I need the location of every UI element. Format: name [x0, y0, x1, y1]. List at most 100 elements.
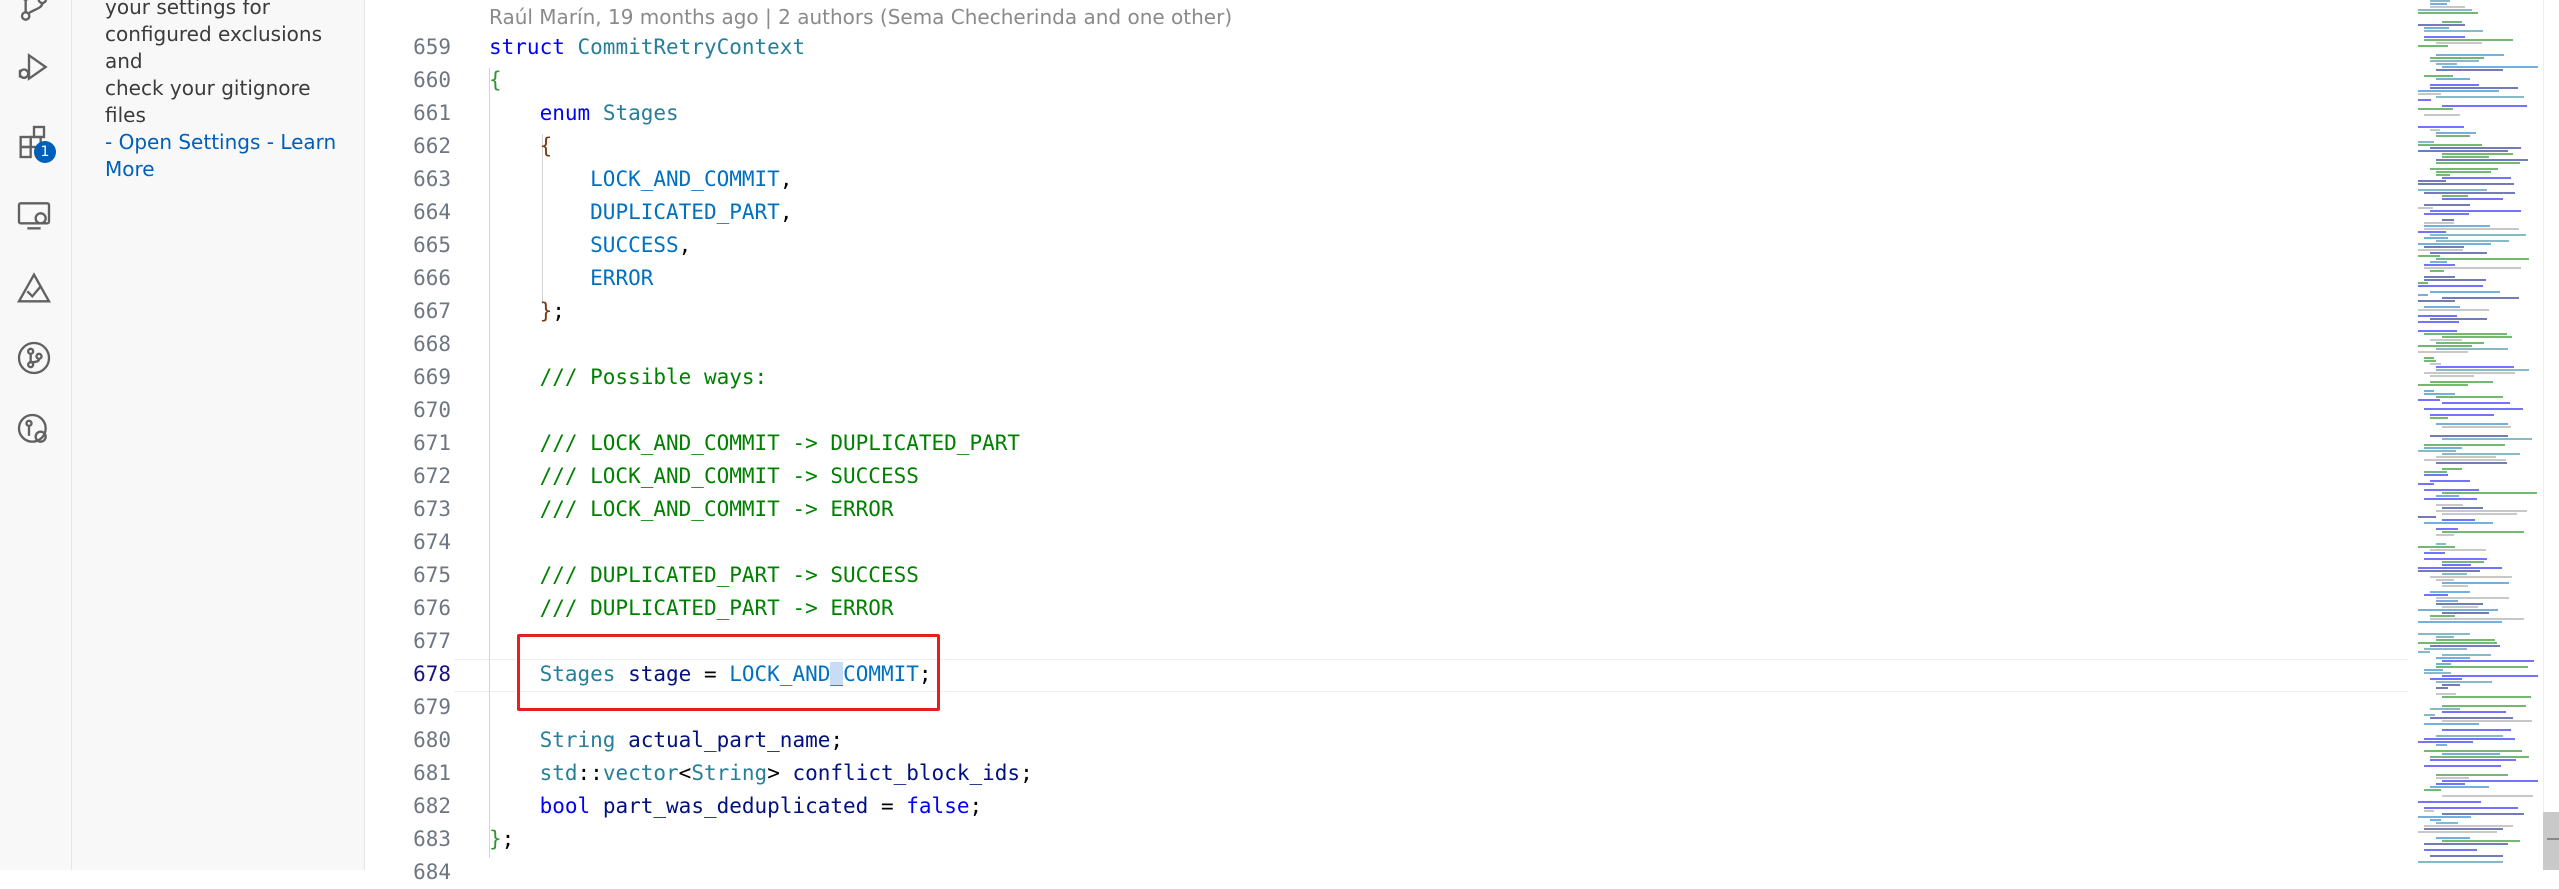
minimap-line	[2430, 615, 2455, 617]
git-graph-icon[interactable]	[14, 338, 54, 378]
minimap-line	[2424, 75, 2453, 77]
minimap-line	[2442, 684, 2460, 686]
minimap-line	[2436, 462, 2507, 464]
minimap-line	[2424, 390, 2434, 392]
minimap-line	[2436, 69, 2503, 71]
testing-icon[interactable]	[14, 268, 54, 308]
scrollbar-thumb[interactable]	[2543, 812, 2559, 870]
minimap-line	[2418, 642, 2497, 644]
minimap-line	[2418, 180, 2446, 182]
code-token: Stages	[602, 101, 679, 125]
minimap-line	[2442, 297, 2519, 299]
minimap-line	[2424, 669, 2443, 671]
code-line[interactable]: 669 /// Possible ways:	[365, 361, 2415, 394]
minimap-line	[2424, 228, 2519, 230]
code-token: /// LOCK_AND_COMMIT -> ERROR	[539, 497, 894, 521]
code-line[interactable]: 668	[365, 328, 2415, 361]
line-number: 684	[413, 860, 451, 884]
line-number: 676	[413, 596, 451, 620]
code-token: ;	[969, 794, 983, 818]
minimap-line	[2424, 264, 2455, 266]
code-line[interactable]: 661 enum Stages	[365, 97, 2415, 130]
code-line[interactable]: 672 /// LOCK_AND_COMMIT -> SUCCESS	[365, 460, 2415, 493]
minimap[interactable]	[2408, 0, 2543, 870]
run-debug-icon[interactable]	[14, 47, 54, 87]
code-line[interactable]: 682 bool part_was_deduplicated = false;	[365, 790, 2415, 823]
code-line[interactable]: 665 SUCCESS,	[365, 229, 2415, 262]
minimap-line	[2418, 282, 2428, 284]
minimap-line	[2424, 447, 2462, 449]
sidebar-message-line: check your gitignore files	[105, 76, 311, 127]
code-line[interactable]: 662 {	[365, 130, 2415, 163]
learn-more-link-continued[interactable]: More	[105, 157, 155, 181]
gitlens-icon[interactable]	[14, 410, 54, 450]
vertical-scrollbar[interactable]	[2543, 0, 2559, 870]
code-line[interactable]: 664 DUPLICATED_PART,	[365, 196, 2415, 229]
open-settings-link[interactable]: Open Settings	[119, 130, 261, 154]
minimap-line	[2424, 393, 2455, 395]
link-prefix: -	[105, 130, 119, 154]
code-line[interactable]: 666 ERROR	[365, 262, 2415, 295]
code-line[interactable]: 674	[365, 526, 2415, 559]
minimap-line	[2442, 573, 2467, 575]
code-line[interactable]: 671 /// LOCK_AND_COMMIT -> DUPLICATED_PA…	[365, 427, 2415, 460]
activity-bar: 1	[0, 0, 72, 870]
code-text: {	[489, 64, 502, 97]
minimap-line	[2430, 591, 2470, 593]
minimap-line	[2418, 144, 2482, 146]
code-text: /// DUPLICATED_PART -> ERROR	[489, 592, 894, 625]
minimap-line	[2430, 417, 2448, 419]
minimap-line	[2442, 675, 2538, 677]
minimap-line	[2418, 516, 2436, 518]
remote-explorer-icon[interactable]	[14, 195, 54, 235]
minimap-line	[2418, 108, 2453, 110]
minimap-line	[2430, 759, 2516, 761]
code-line[interactable]: 676 /// DUPLICATED_PART -> ERROR	[365, 592, 2415, 625]
code-token: actual_part_name	[628, 728, 831, 752]
code-line[interactable]: 663 LOCK_AND_COMMIT,	[365, 163, 2415, 196]
source-control-icon[interactable]	[14, 0, 54, 26]
sidebar: your settings for configured exclusions …	[72, 0, 365, 870]
minimap-line	[2430, 291, 2500, 293]
code-line[interactable]: 680 String actual_part_name;	[365, 724, 2415, 757]
minimap-line	[2424, 750, 2522, 752]
minimap-line	[2424, 372, 2515, 374]
minimap-line	[2418, 609, 2498, 611]
minimap-line	[2418, 546, 2455, 548]
line-number: 671	[413, 431, 451, 455]
code-line[interactable]: 681 std::vector<String> conflict_block_i…	[365, 757, 2415, 790]
learn-more-link[interactable]: Learn	[280, 130, 336, 154]
minimap-line	[2436, 687, 2448, 689]
code-line[interactable]: 667 };	[365, 295, 2415, 328]
scrollbar-position-marker	[2547, 838, 2559, 840]
code-line[interactable]: 660 {	[365, 64, 2415, 97]
line-number: 667	[413, 299, 451, 323]
minimap-line	[2424, 498, 2477, 500]
minimap-line	[2424, 222, 2454, 224]
code-line[interactable]: 684	[365, 856, 2415, 889]
code-line[interactable]: 659 struct CommitRetryContext	[365, 31, 2415, 64]
minimap-line	[2442, 612, 2489, 614]
code-line[interactable]: 670	[365, 394, 2415, 427]
code-line[interactable]: 675 /// DUPLICATED_PART -> SUCCESS	[365, 559, 2415, 592]
code-editor[interactable]: Raúl Marín, 19 months ago | 2 authors (S…	[365, 0, 2535, 884]
code-token: ;	[830, 728, 844, 752]
minimap-line	[2436, 171, 2491, 173]
minimap-line	[2442, 813, 2524, 815]
minimap-line	[2442, 156, 2489, 158]
code-token: }	[489, 827, 502, 851]
minimap-line	[2436, 396, 2503, 398]
code-text: SUCCESS,	[489, 229, 691, 262]
code-token: ;	[501, 827, 515, 851]
minimap-line	[2418, 12, 2478, 14]
code-line[interactable]: 683};	[365, 823, 2415, 856]
git-blame-annotation[interactable]: Raúl Marín, 19 months ago | 2 authors (S…	[489, 5, 1232, 29]
minimap-line	[2418, 141, 2434, 143]
minimap-line	[2430, 480, 2470, 482]
code-line[interactable]: 673 /// LOCK_AND_COMMIT -> ERROR	[365, 493, 2415, 526]
code-text: };	[489, 295, 565, 328]
code-token: {	[539, 134, 553, 158]
minimap-line	[2424, 765, 2501, 767]
